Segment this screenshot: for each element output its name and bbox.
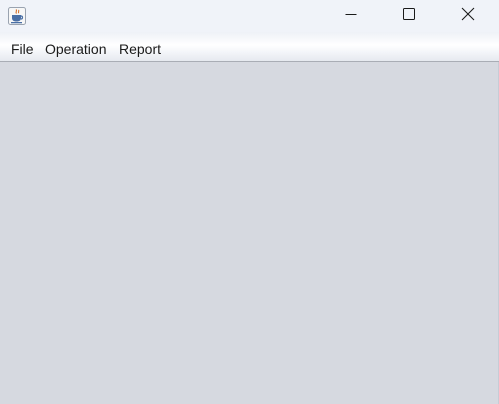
maximize-icon <box>403 7 415 25</box>
minimize-button[interactable] <box>322 0 380 32</box>
java-coffee-cup-icon[interactable] <box>8 7 26 25</box>
close-button[interactable] <box>439 0 497 32</box>
maximize-button[interactable] <box>380 0 438 32</box>
minimize-icon <box>345 7 357 25</box>
application-window: File Operation Report <box>0 0 499 404</box>
menu-bar: File Operation Report <box>0 32 499 62</box>
menu-file[interactable]: File <box>11 41 34 57</box>
title-bar[interactable] <box>0 0 499 32</box>
close-icon <box>461 7 475 26</box>
content-area <box>0 62 498 404</box>
menu-operation[interactable]: Operation <box>45 41 106 57</box>
menu-report[interactable]: Report <box>119 41 161 57</box>
